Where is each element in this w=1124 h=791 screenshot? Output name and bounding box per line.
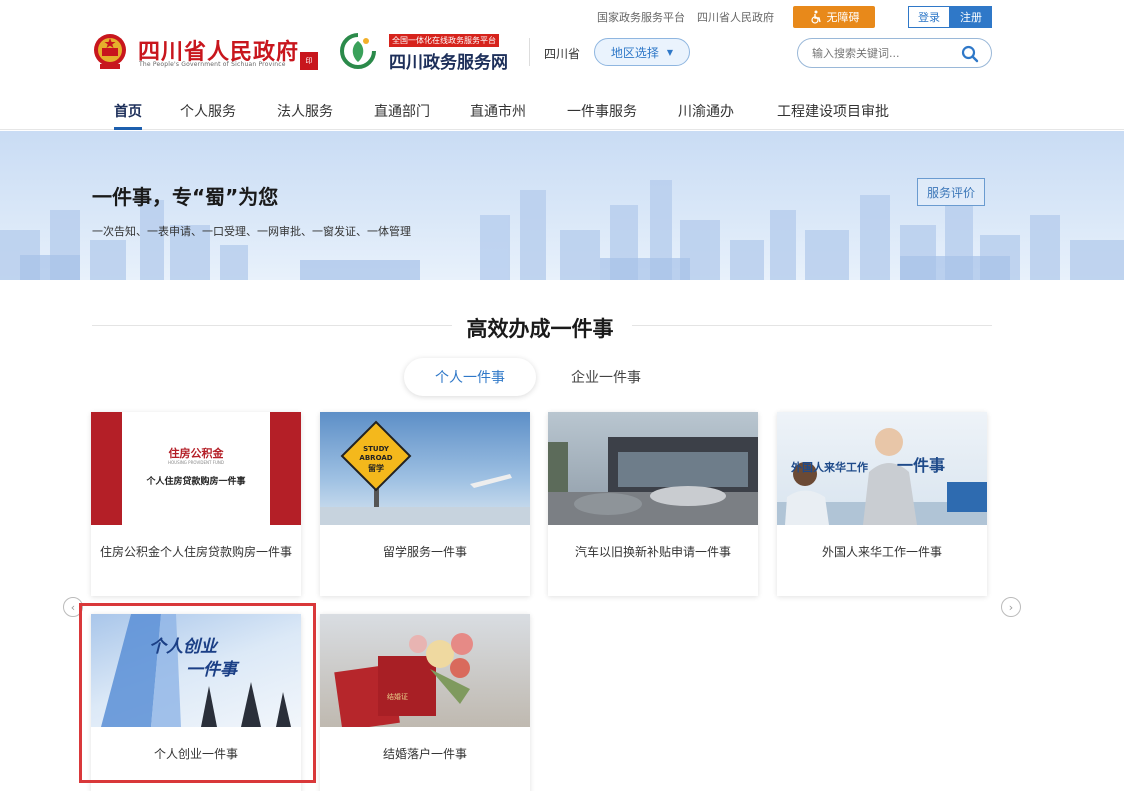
section-divider-right [632,325,992,326]
search-icon[interactable] [961,45,979,63]
nav-one-thing-service[interactable]: 一件事服务 [567,101,637,121]
sign-text-en: STUDY ABROAD [359,445,393,462]
hero-banner: 一件事，专“蜀”为您 一次告知、一表申请、一口受理、一网审批、一窗发证、一体管理… [0,131,1124,280]
card-image: 外国人来华工作 一件事 [777,412,987,525]
card-label: 留学服务一件事 [382,545,467,559]
top-utility-bar: 国家政务服务平台 四川省人民政府 无障碍 登录 注册 [0,6,1124,28]
national-emblem-icon [94,34,126,69]
service-card[interactable]: 外国人来华工作 一件事 外国人来华工作一件事 [777,412,987,596]
card-image: 结婚证 [320,614,530,727]
chevron-right-icon: › [1008,600,1014,614]
service-card[interactable]: 汽车以旧换新补贴申请一件事 [548,412,758,596]
nav-personal-services[interactable]: 个人服务 [180,101,236,121]
login-button[interactable]: 登录 [908,6,950,28]
search-input[interactable] [812,46,962,60]
accessibility-button[interactable]: 无障碍 [793,6,875,28]
tab-enterprise[interactable]: 企业一件事 [550,358,662,396]
region-select-label: 地区选择 [610,45,659,60]
sign-text-cn: 留学 [368,464,384,473]
caret-down-icon: ▼ [666,47,674,57]
card-image-brand-en: HOUSING PROVIDENT FUND [168,460,224,465]
nav-legal-entity-services[interactable]: 法人服务 [277,101,333,121]
service-card[interactable]: STUDY ABROAD 留学 留学服务一件事 [320,412,530,596]
banner-title: 一件事，专“蜀”为您 [92,185,279,209]
card-image-caption-2: 一件事 [897,456,946,475]
nav-active-indicator [114,127,142,130]
selection-highlight-box [79,603,316,783]
marriage-certificate-illustration [334,633,473,727]
service-name[interactable]: 四川政务服务网 [389,48,508,73]
main-nav: 首页 个人服务 法人服务 直通部门 直通市州 一件事服务 川渝通办 工程建设项目… [0,88,1124,130]
carousel-next-button[interactable]: › [1001,597,1021,617]
seal-logo: 印 [300,52,318,70]
card-label: 汽车以旧换新补贴申请一件事 [574,545,731,559]
gov-name-en: The People's Government of Sichuan Provi… [139,61,286,68]
service-card[interactable]: 结婚证 结婚落户一件事 [320,614,530,791]
card-image-cert: 结婚证 [387,693,408,701]
header-divider [529,38,530,66]
service-tag: 全国一体化在线政务服务平台 [389,34,499,47]
card-image [548,412,758,525]
nav-departments[interactable]: 直通部门 [374,101,430,121]
car-showroom-illustration [548,437,758,525]
card-image: STUDY ABROAD 留学 [320,412,530,525]
accessibility-label: 无障碍 [826,11,860,24]
service-rating-button[interactable]: 服务评价 [917,178,985,206]
wheelchair-icon [810,10,821,24]
nav-home[interactable]: 首页 [114,101,142,121]
region-select-button[interactable]: 地区选择 ▼ [594,38,690,66]
service-card[interactable]: 住房公积金 HOUSING PROVIDENT FUND 个人住房贷款购房一件事… [91,412,301,596]
card-image: 住房公积金 HOUSING PROVIDENT FUND 个人住房贷款购房一件事 [91,412,301,525]
link-provincial-gov[interactable]: 四川省人民政府 [697,9,774,25]
chevron-left-icon: ‹ [70,600,76,614]
nav-cities[interactable]: 直通市州 [470,101,526,121]
card-image-brand: 住房公积金 [168,447,224,460]
nav-sichuan-chongqing[interactable]: 川渝通办 [678,101,734,121]
card-image-caption: 外国人来华工作 [791,461,868,474]
service-network-logo-icon [340,33,376,69]
card-label: 结婚落户一件事 [382,747,467,761]
current-province: 四川省 [544,47,581,61]
section-title: 高效办成一件事 [466,317,614,341]
link-national-platform[interactable]: 国家政务服务平台 [597,9,685,25]
nav-construction-approval[interactable]: 工程建设项目审批 [777,101,889,121]
section-divider-left [92,325,452,326]
banner-subtitle: 一次告知、一表申请、一口受理、一网审批、一窗发证、一体管理 [92,225,411,238]
register-button[interactable]: 注册 [950,6,992,28]
card-label: 外国人来华工作一件事 [821,545,942,559]
card-image-caption: 个人住房贷款购房一件事 [146,477,246,487]
card-label: 住房公积金个人住房贷款购房一件事 [99,545,292,559]
tab-personal[interactable]: 个人一件事 [404,358,536,396]
search-box [797,38,992,68]
